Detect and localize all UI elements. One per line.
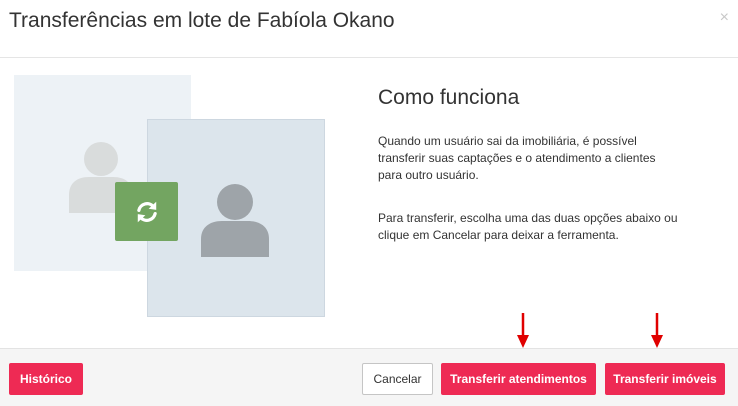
- how-it-works-paragraph-2: Para transferir, escolha uma das duas op…: [378, 211, 678, 242]
- user-icon: [201, 184, 269, 257]
- modal-title: Transferências em lote de Fabíola Okano: [9, 9, 395, 32]
- cancel-button[interactable]: Cancelar: [362, 363, 433, 395]
- sync-icon: [136, 201, 157, 222]
- how-it-works-heading: Como funciona: [378, 86, 520, 109]
- how-it-works: Como funciona Quando um usuário sai da i…: [378, 86, 678, 242]
- transfer-services-button[interactable]: Transferir atendimentos: [441, 363, 596, 395]
- transfer-modal: Transferências em lote de Fabíola Okano …: [0, 0, 738, 406]
- sync-badge: [115, 182, 178, 241]
- annotation-arrow-icon: [517, 313, 529, 348]
- transfer-properties-button[interactable]: Transferir imóveis: [605, 363, 725, 395]
- modal-header: Transferências em lote de Fabíola Okano …: [0, 0, 738, 58]
- close-icon[interactable]: ×: [720, 10, 729, 26]
- how-it-works-paragraph-1: Quando um usuário sai da imobiliária, é …: [378, 134, 656, 182]
- annotation-arrow-icon: [651, 313, 663, 348]
- history-button[interactable]: Histórico: [9, 363, 83, 395]
- illustration: [14, 75, 326, 317]
- modal-footer: Histórico Cancelar Transferir atendiment…: [0, 348, 738, 406]
